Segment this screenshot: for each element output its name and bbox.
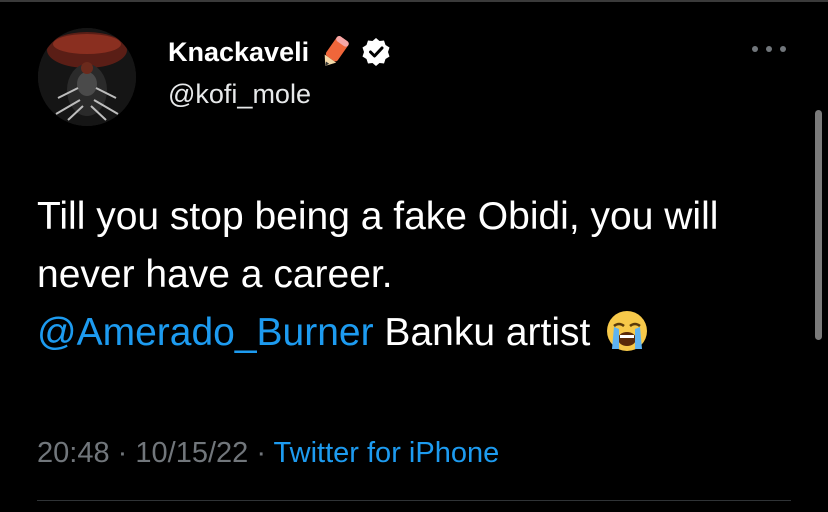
author-handle[interactable]: @kofi_mole: [168, 79, 311, 110]
author-name-row[interactable]: Knackaveli: [168, 33, 391, 71]
tweet-text: Till you stop being a fake Obidi, you wi…: [37, 188, 797, 362]
tweet-date[interactable]: 10/15/22: [135, 437, 248, 469]
loudly-crying-face-icon: [605, 309, 649, 353]
bottom-divider: [37, 500, 791, 501]
verified-badge-icon: [361, 37, 391, 67]
meta-separator: ·: [117, 437, 128, 469]
display-name[interactable]: Knackaveli: [168, 37, 309, 68]
scrollbar[interactable]: [815, 110, 822, 340]
tweet-text-tail: Banku artist: [373, 311, 591, 354]
tweet-time[interactable]: 20:48: [37, 437, 110, 469]
pencil-emoji-icon: [317, 34, 353, 70]
meta-separator: ·: [256, 437, 266, 469]
tweet-source[interactable]: Twitter for iPhone: [274, 437, 500, 469]
more-dot-icon: [780, 46, 786, 52]
tweet-text-main: Till you stop being a fake Obidi, you wi…: [37, 195, 719, 296]
mention-link[interactable]: @Amerado_Burner: [37, 311, 374, 354]
avatar[interactable]: [38, 28, 136, 126]
more-dot-icon: [752, 46, 758, 52]
top-divider: [0, 0, 828, 2]
tweet-meta: 20:48 · 10/15/22 · Twitter for iPhone: [37, 437, 499, 470]
avatar-image: [38, 28, 136, 126]
more-dot-icon: [766, 46, 772, 52]
more-options-icon[interactable]: [752, 46, 786, 56]
